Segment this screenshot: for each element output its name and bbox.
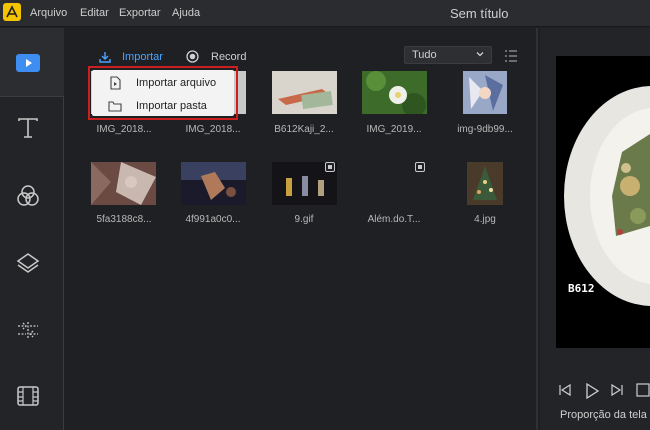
tab-importar[interactable]: Importar [98, 50, 163, 64]
media-thumb-6[interactable] [91, 162, 156, 205]
media-label-3: B612Kaji_2... [274, 124, 334, 135]
tab-record[interactable]: Record [186, 50, 246, 63]
stop-icon[interactable] [636, 383, 650, 397]
title-bar: Arquivo Editar Exportar Ajuda Sem título [0, 0, 650, 27]
list-view-icon[interactable] [504, 49, 518, 63]
aspect-ratio-label: Proporção da tela [560, 409, 647, 421]
media-thumb-4[interactable] [362, 71, 427, 114]
record-icon [186, 50, 199, 63]
media-label-1: IMG_2018... [96, 124, 152, 135]
tab-importar-label: Importar [122, 51, 163, 63]
media-label-10: 4.jpg [474, 214, 496, 225]
chevron-down-icon [476, 52, 484, 57]
media-thumb-7[interactable] [181, 162, 246, 205]
media-thumb-10[interactable] [467, 162, 503, 205]
left-divider [0, 96, 64, 97]
transitions-icon[interactable] [16, 318, 40, 342]
tab-record-label: Record [211, 50, 247, 63]
media-label-7: 4f991a0c0... [185, 214, 241, 225]
menu-ajuda[interactable]: Ajuda [172, 7, 200, 19]
gif-badge-icon [325, 162, 335, 172]
media-label-4: IMG_2019... [366, 124, 422, 135]
filters-icon[interactable] [16, 184, 40, 208]
menu-editar[interactable]: Editar [80, 7, 109, 19]
media-label-8: 9.gif [294, 214, 314, 225]
next-frame-icon[interactable] [610, 383, 624, 397]
preview-watermark: B612 [568, 282, 595, 295]
media-library-icon[interactable] [16, 52, 40, 76]
menu-arquivo[interactable]: Arquivo [30, 7, 67, 19]
highlight-box [88, 66, 238, 120]
media-label-6: 5fa3188c8... [96, 214, 152, 225]
video-badge-icon [415, 162, 425, 172]
app-logo-icon [3, 3, 21, 21]
window-title: Sem título [450, 6, 509, 21]
media-label-2: IMG_2018... [185, 124, 241, 135]
filter-select[interactable]: Tudo [404, 46, 492, 64]
import-icon [99, 52, 111, 63]
film-elements-icon[interactable] [16, 384, 40, 408]
overlays-icon[interactable] [16, 251, 40, 275]
media-thumb-3[interactable] [272, 71, 337, 114]
prev-frame-icon[interactable] [558, 383, 572, 397]
menu-exportar[interactable]: Exportar [119, 7, 161, 19]
preview-video: B612 [556, 56, 650, 348]
text-tool-icon[interactable] [16, 116, 40, 140]
play-icon[interactable] [584, 383, 600, 399]
media-label-5: img-9db99... [457, 124, 513, 135]
media-label-9: Além.do.T... [367, 214, 421, 225]
media-thumb-5[interactable] [463, 71, 507, 114]
filter-select-value: Tudo [412, 49, 437, 61]
